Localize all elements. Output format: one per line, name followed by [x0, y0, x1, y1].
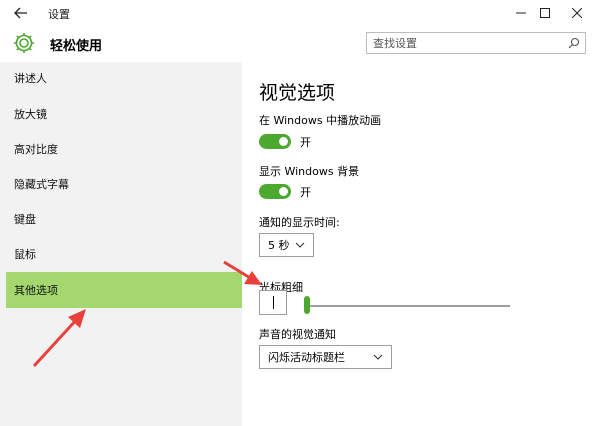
cursor-thickness-slider-thumb[interactable]: [304, 296, 310, 314]
minimize-icon: [516, 12, 526, 14]
text-cursor-preview: [273, 296, 274, 309]
close-icon: [572, 8, 582, 18]
title-bar: 设置: [0, 0, 600, 26]
toggle-knob: [279, 137, 288, 146]
sidebar-item-label: 键盘: [14, 213, 36, 226]
sidebar-item-magnifier[interactable]: 放大镜: [6, 96, 242, 132]
sidebar-item-label: 高对比度: [14, 143, 58, 156]
settings-window: 设置 轻松使用 讲述人: [0, 0, 600, 426]
notification-duration-label: 通知的显示时间:: [259, 216, 340, 229]
sidebar-item-label: 讲述人: [14, 72, 47, 85]
maximize-button[interactable]: [530, 2, 560, 24]
toggle-knob: [279, 187, 288, 196]
sidebar-item-keyboard[interactable]: 键盘: [6, 201, 242, 237]
sidebar: 讲述人 放大镜 高对比度 隐藏式字幕 键盘 鼠标 其他选项: [0, 62, 242, 426]
sidebar-item-narrator[interactable]: 讲述人: [6, 60, 242, 96]
sidebar-item-label: 放大镜: [14, 108, 47, 121]
animations-label: 在 Windows 中播放动画: [259, 114, 382, 127]
cursor-thickness-slider-track[interactable]: [304, 305, 510, 307]
back-button[interactable]: [8, 3, 34, 23]
notification-duration-value: 5 秒: [268, 239, 290, 252]
sidebar-item-label: 鼠标: [14, 248, 36, 261]
sidebar-item-other-options[interactable]: 其他选项: [6, 272, 242, 308]
background-label: 显示 Windows 背景: [259, 165, 360, 178]
animations-toggle[interactable]: [259, 134, 291, 149]
chevron-down-icon: [373, 354, 383, 360]
back-arrow-icon: [14, 7, 27, 19]
sound-visual-select[interactable]: 闪烁活动标题栏: [259, 345, 392, 369]
cursor-thickness-preview: [259, 290, 287, 315]
sidebar-item-closed-captions[interactable]: 隐藏式字幕: [6, 166, 242, 202]
background-toggle[interactable]: [259, 184, 291, 199]
section-title: 视觉选项: [259, 82, 336, 104]
main-content: 视觉选项 在 Windows 中播放动画 开 显示 Windows 背景 开 通…: [242, 62, 600, 426]
chevron-down-icon: [295, 242, 305, 248]
sidebar-item-mouse[interactable]: 鼠标: [6, 236, 242, 272]
page-title: 轻松使用: [50, 39, 103, 54]
window-title: 设置: [48, 8, 70, 21]
sidebar-item-label: 隐藏式字幕: [14, 178, 69, 191]
ease-of-access-gear-icon: [14, 33, 34, 53]
search-icon[interactable]: [568, 37, 580, 49]
background-toggle-state: 开: [300, 186, 311, 199]
sound-visual-value: 闪烁活动标题栏: [268, 351, 345, 364]
close-button[interactable]: [562, 2, 592, 24]
search-box[interactable]: [366, 32, 586, 54]
sound-visual-label: 声音的视觉通知: [259, 328, 336, 341]
sidebar-item-label: 其他选项: [14, 284, 58, 297]
maximize-icon: [540, 8, 550, 18]
notification-duration-select[interactable]: 5 秒: [259, 233, 314, 257]
page-header: 轻松使用: [0, 26, 600, 62]
search-input[interactable]: [373, 36, 563, 50]
animations-toggle-state: 开: [300, 136, 311, 149]
sidebar-item-high-contrast[interactable]: 高对比度: [6, 131, 242, 167]
